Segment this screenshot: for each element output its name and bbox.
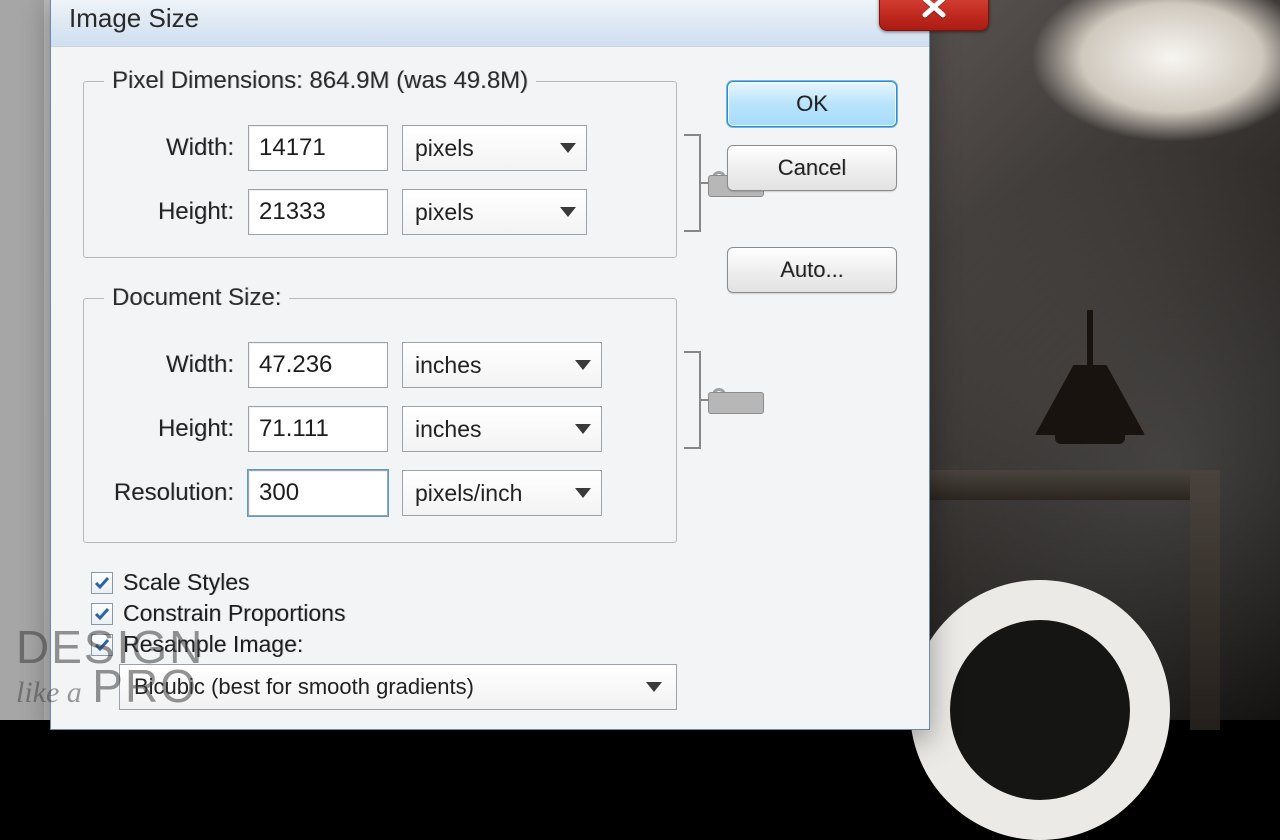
- document-size-legend: Document Size:: [104, 284, 289, 312]
- resolution-unit-value: pixels/inch: [415, 480, 522, 507]
- dialog-title: Image Size: [69, 3, 199, 34]
- px-height-unit-select[interactable]: pixels: [402, 189, 587, 235]
- lamp-illustration: [1030, 310, 1150, 470]
- resample-image-label: Resample Image:: [123, 631, 303, 658]
- close-button[interactable]: [879, 0, 989, 31]
- background-photo: [920, 0, 1280, 720]
- ok-button-label: OK: [796, 91, 828, 117]
- doc-link-bracket: [680, 346, 724, 454]
- checkbox-icon: [91, 603, 113, 625]
- doc-height-label: Height:: [104, 415, 234, 443]
- constrain-proportions-checkbox[interactable]: Constrain Proportions: [91, 600, 677, 627]
- doc-width-unit-value: inches: [415, 352, 481, 379]
- resolution-unit-select[interactable]: pixels/inch: [402, 470, 602, 516]
- options-checks: Scale Styles Constrain Proportions Resam…: [91, 569, 677, 658]
- close-icon: [919, 0, 949, 24]
- doc-height-input[interactable]: [248, 406, 388, 452]
- auto-button[interactable]: Auto...: [727, 247, 897, 293]
- doc-width-input[interactable]: [248, 342, 388, 388]
- resample-method-select[interactable]: Bicubic (best for smooth gradients): [119, 664, 677, 710]
- image-size-dialog: Image Size Pixel Dimensions: 864.9M (was…: [50, 0, 930, 730]
- auto-button-label: Auto...: [780, 257, 844, 283]
- px-height-unit-value: pixels: [415, 199, 474, 226]
- resolution-input[interactable]: [248, 470, 388, 516]
- resolution-label: Resolution:: [104, 479, 234, 507]
- link-icon: [708, 388, 730, 414]
- doc-height-unit-select[interactable]: inches: [402, 406, 602, 452]
- px-height-label: Height:: [104, 198, 234, 226]
- doc-height-unit-value: inches: [415, 416, 481, 443]
- dialog-actions: OK Cancel Auto...: [727, 81, 897, 293]
- chevron-down-icon: [560, 143, 576, 153]
- checkbox-icon: [91, 572, 113, 594]
- px-width-unit-select[interactable]: pixels: [402, 125, 587, 171]
- titlebar[interactable]: Image Size: [51, 0, 929, 47]
- chevron-down-icon: [575, 360, 591, 370]
- chevron-down-icon: [560, 207, 576, 217]
- checkbox-icon: [91, 634, 113, 656]
- px-width-input[interactable]: [248, 125, 388, 171]
- cancel-button-label: Cancel: [778, 155, 846, 181]
- ok-button[interactable]: OK: [727, 81, 897, 127]
- matte-left: [0, 0, 44, 720]
- document-size-group: Document Size: Width: inches: [83, 284, 677, 543]
- px-height-input[interactable]: [248, 189, 388, 235]
- pixel-dimensions-legend: Pixel Dimensions: 864.9M (was 49.8M): [104, 67, 536, 95]
- doc-width-label: Width:: [104, 351, 234, 379]
- chevron-down-icon: [575, 488, 591, 498]
- px-width-label: Width:: [104, 134, 234, 162]
- chevron-down-icon: [646, 682, 662, 692]
- scale-styles-label: Scale Styles: [123, 569, 250, 596]
- pixel-link-bracket: [680, 129, 724, 237]
- pixel-dimensions-group: Pixel Dimensions: 864.9M (was 49.8M) Wid…: [83, 67, 677, 258]
- resample-image-checkbox[interactable]: Resample Image:: [91, 631, 677, 658]
- resample-method-value: Bicubic (best for smooth gradients): [134, 674, 474, 700]
- cancel-button[interactable]: Cancel: [727, 145, 897, 191]
- constrain-proportions-label: Constrain Proportions: [123, 600, 345, 627]
- px-width-unit-value: pixels: [415, 135, 474, 162]
- scale-styles-checkbox[interactable]: Scale Styles: [91, 569, 677, 596]
- doc-width-unit-select[interactable]: inches: [402, 342, 602, 388]
- chevron-down-icon: [575, 424, 591, 434]
